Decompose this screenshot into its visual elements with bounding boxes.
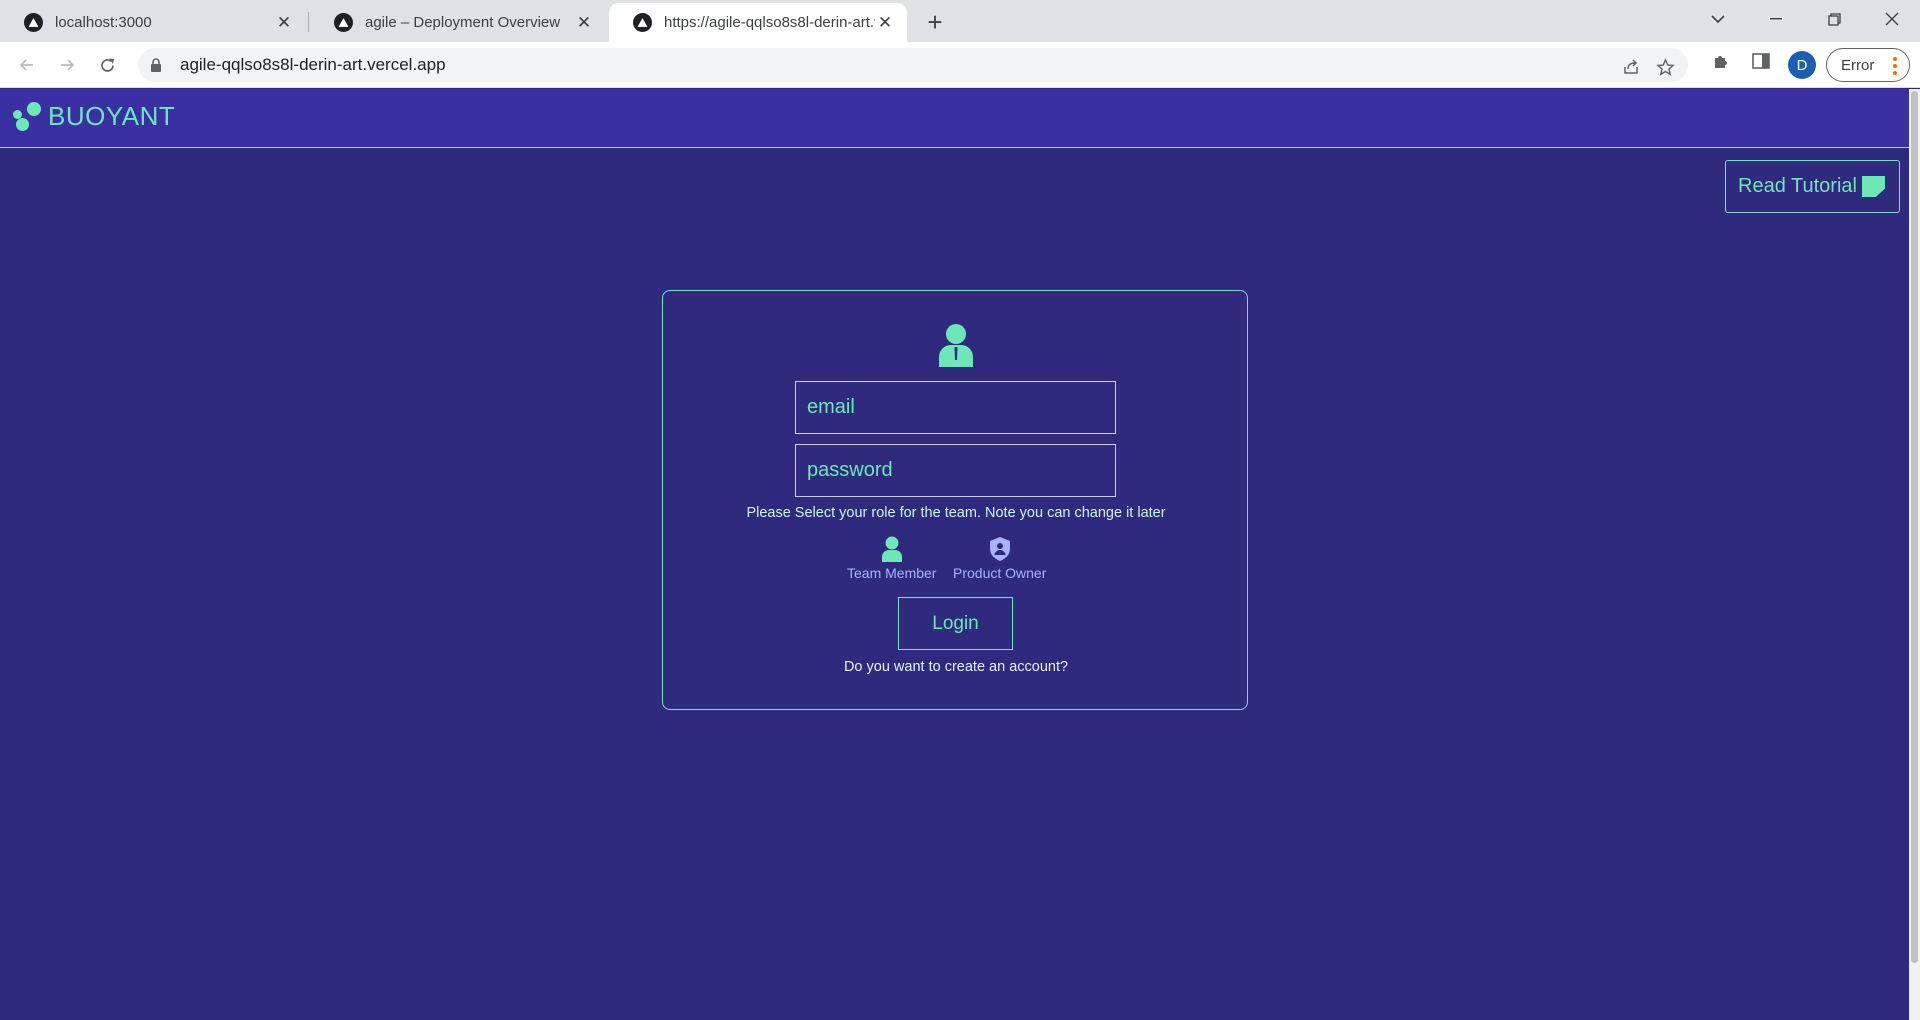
side-panel-icon[interactable] bbox=[1750, 50, 1772, 72]
extensions-puzzle-icon[interactable] bbox=[1710, 50, 1732, 72]
vercel-favicon-icon bbox=[24, 13, 43, 32]
email-field[interactable] bbox=[795, 381, 1116, 434]
tab-title: localhost:3000 bbox=[55, 14, 152, 31]
close-tab-icon[interactable]: ✕ bbox=[574, 13, 594, 33]
role-label: Team Member bbox=[847, 565, 937, 581]
scrollbar-thumb[interactable] bbox=[1911, 91, 1918, 963]
back-icon[interactable] bbox=[12, 50, 42, 80]
app-header: BUOYANT bbox=[0, 89, 1909, 148]
close-tab-icon[interactable]: ✕ bbox=[274, 13, 294, 33]
reload-icon[interactable] bbox=[92, 50, 122, 80]
read-tutorial-button[interactable]: Read Tutorial bbox=[1725, 160, 1900, 213]
restore-icon[interactable] bbox=[1806, 0, 1862, 38]
browser-tab-active[interactable]: https://agile-qqlso8s8l-derin-art.vercel… bbox=[609, 3, 907, 42]
address-bar[interactable]: agile-qqlso8s8l-derin-art.vercel.app bbox=[138, 48, 1688, 82]
browser-tab-strip: localhost:3000 ✕ agile – Deployment Over… bbox=[0, 0, 1920, 42]
forward-icon[interactable] bbox=[52, 50, 82, 80]
close-tab-icon[interactable]: ✕ bbox=[875, 13, 895, 33]
browser-tab-localhost[interactable]: localhost:3000 ✕ bbox=[0, 3, 306, 42]
brand[interactable]: BUOYANT bbox=[13, 101, 175, 132]
browser-toolbar: agile-qqlso8s8l-derin-art.vercel.app D E… bbox=[0, 42, 1920, 88]
shield-user-icon bbox=[989, 537, 1010, 561]
brand-name: BUOYANT bbox=[48, 101, 176, 131]
tab-title: agile – Deployment Overview bbox=[365, 14, 561, 31]
share-icon[interactable] bbox=[1620, 56, 1642, 78]
url-text: agile-qqlso8s8l-derin-art.vercel.app bbox=[180, 55, 446, 74]
more-menu-icon bbox=[1893, 57, 1897, 75]
bubbles-logo-icon bbox=[13, 101, 43, 132]
close-window-icon[interactable] bbox=[1864, 0, 1920, 38]
vercel-favicon-icon bbox=[633, 13, 652, 32]
browser-error-button[interactable]: Error bbox=[1826, 48, 1910, 82]
login-card: Please Select your role for the team. No… bbox=[662, 290, 1248, 710]
role-label: Product Owner bbox=[953, 565, 1047, 581]
bookmark-star-icon[interactable] bbox=[1654, 56, 1676, 78]
browser-tab-deployment[interactable]: agile – Deployment Overview ✕ bbox=[310, 3, 606, 42]
create-account-link[interactable]: Do you want to create an account? bbox=[663, 659, 1249, 675]
profile-avatar[interactable]: D bbox=[1788, 51, 1816, 79]
role-product-owner[interactable]: Product Owner bbox=[953, 536, 1046, 581]
tab-divider bbox=[308, 12, 309, 32]
tab-search-icon[interactable] bbox=[1690, 0, 1746, 38]
password-field[interactable] bbox=[795, 444, 1116, 497]
page-scrollbar[interactable] bbox=[1909, 89, 1920, 1020]
sticky-note-icon bbox=[1861, 176, 1885, 197]
tab-title: https://agile-qqlso8s8l-derin-art.vercel… bbox=[664, 14, 875, 31]
read-tutorial-label: Read Tutorial bbox=[1738, 175, 1857, 197]
lock-icon bbox=[150, 58, 162, 72]
minimize-icon[interactable] bbox=[1748, 0, 1804, 38]
person-icon bbox=[881, 536, 902, 562]
login-button[interactable]: Login bbox=[898, 597, 1013, 650]
role-instructions: Please Select your role for the team. No… bbox=[746, 505, 1166, 521]
vercel-favicon-icon bbox=[334, 13, 353, 32]
error-label: Error bbox=[1841, 56, 1875, 74]
role-team-member[interactable]: Team Member bbox=[847, 536, 936, 581]
new-tab-icon[interactable]: + bbox=[921, 7, 949, 37]
user-avatar-icon bbox=[939, 324, 973, 367]
